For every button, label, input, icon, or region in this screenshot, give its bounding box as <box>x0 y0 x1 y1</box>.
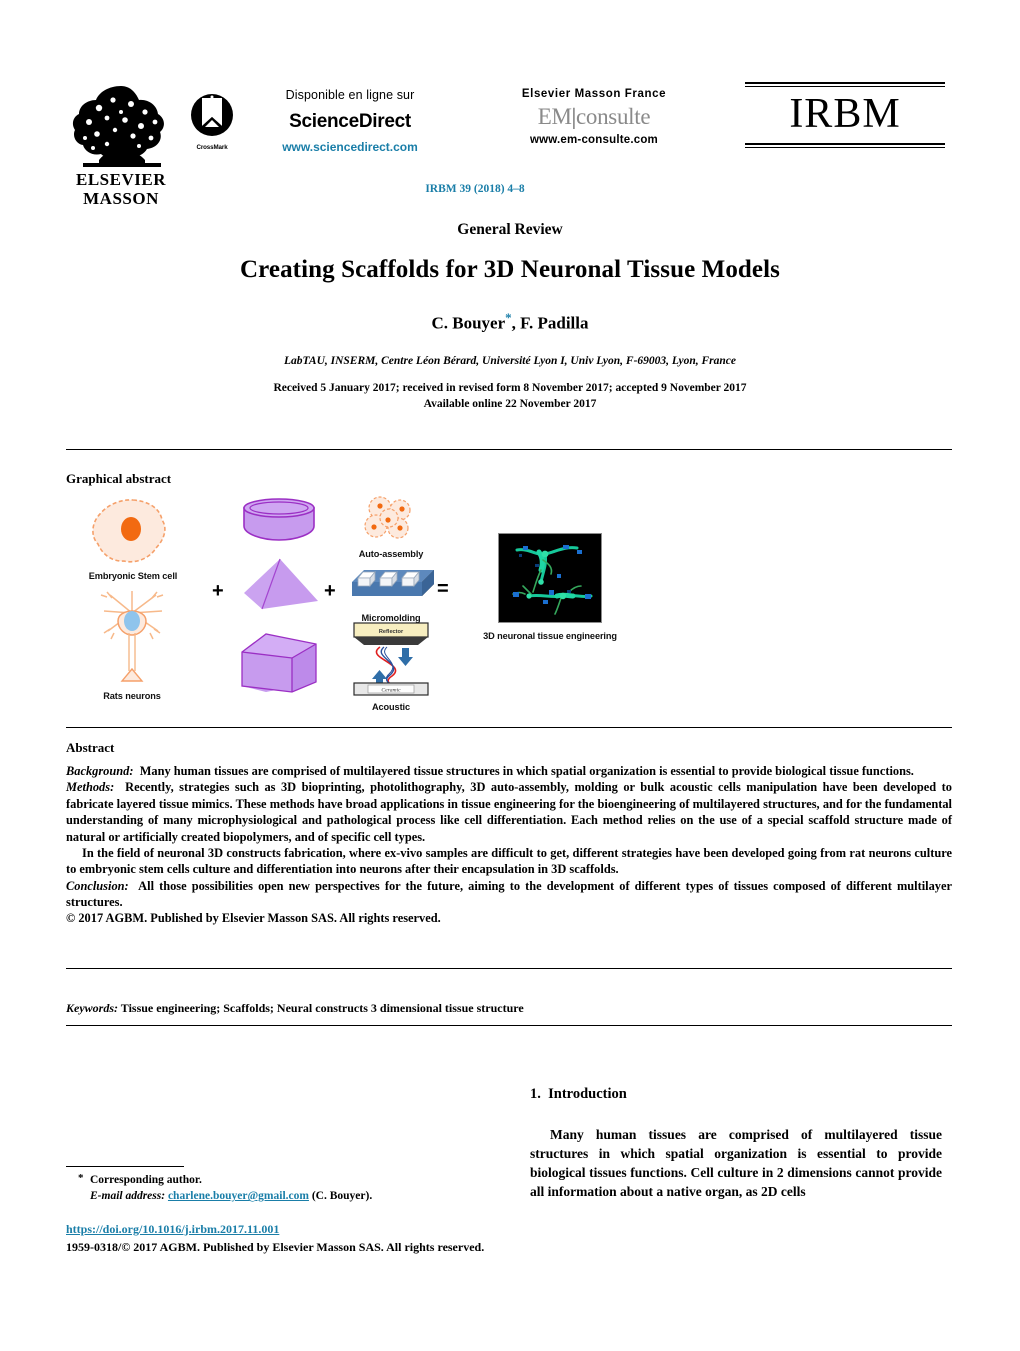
abstract-heading: Abstract <box>66 740 115 755</box>
result-micrograph-group: 3D neuronal tissue engineering <box>470 533 630 641</box>
micromolding-group: Micromolding <box>344 560 438 623</box>
em-consulte-brand: EM|consulte <box>490 104 698 130</box>
em-brand-right: consulte <box>575 104 651 129</box>
footnote-block: * Corresponding author. E-mail address: … <box>66 1172 486 1205</box>
scaffold-cube-shape <box>236 630 322 707</box>
em-consulte-publisher-text: Elsevier Masson France <box>521 88 667 100</box>
publication-dates: Received 5 January 2017; received in rev… <box>110 381 910 412</box>
divider-below-keywords <box>66 1025 952 1026</box>
sciencedirect-availability-text: Disponible en ligne sur <box>285 88 415 102</box>
journal-header: ELSEVIER MASSON CrossMark Disponible en … <box>0 70 1020 207</box>
abstract-rights: © 2017 AGBM. Published by Elsevier Masso… <box>66 911 441 926</box>
corresponding-author-note: Corresponding author. <box>90 1174 202 1186</box>
embryonic-stem-cell-group: Embryonic Stem cell <box>78 496 188 581</box>
abstract-body: Background: Many human tissues are compr… <box>66 763 952 927</box>
abstract-conclusion-text: All those possibilities open new perspec… <box>66 878 952 909</box>
result-label: 3D neuronal tissue engineering <box>483 631 617 641</box>
email-link[interactable]: charlene.bouyer@gmail.com <box>168 1190 309 1202</box>
author-list: C. Bouyer*, F. Padilla <box>110 310 910 334</box>
equals-sign: = <box>437 578 449 600</box>
scaffold-cylinder-shape <box>238 496 320 551</box>
available-online-line: Available online 22 November 2017 <box>423 397 597 410</box>
svg-text:Reflector: Reflector <box>379 629 404 635</box>
auto-assembly-label: Auto-assembly <box>358 549 424 559</box>
crossmark-icon <box>191 94 233 136</box>
acoustic-icon: Reflector Ceramic <box>353 622 429 696</box>
elsevier-tree-icon <box>72 86 164 167</box>
elsevier-logo-line2: MASSON <box>83 188 159 208</box>
footnote-asterisk: * <box>78 1172 84 1184</box>
introduction-paragraph-container: Many human tissues are comprised of mult… <box>530 1125 942 1202</box>
acoustic-group: Reflector Ceramic Acoustic <box>346 620 436 712</box>
irbm-rule-bottom <box>745 143 945 149</box>
auto-assembly-icon <box>364 496 411 539</box>
scaffold-pyramid-shape <box>240 555 322 620</box>
graphical-abstract-figure: Embryonic Stem cell Rats neurons + + Aut… <box>60 490 680 715</box>
affiliation: LabTAU, INSERM, Centre Léon Bérard, Univ… <box>283 355 737 367</box>
embryonic-stem-cell-label: Embryonic Stem cell <box>88 571 178 581</box>
keywords-line: Keywords: Tissue engineering; Scaffolds;… <box>66 1001 952 1016</box>
paper-page: ELSEVIER MASSON CrossMark Disponible en … <box>0 0 1020 1351</box>
em-brand-left: EM <box>537 104 572 129</box>
journal-reference[interactable]: IRBM 39 (2018) 4–8 <box>255 183 695 195</box>
pyramid-icon <box>244 558 318 610</box>
rat-neuron-icon <box>100 591 164 682</box>
sciencedirect-brand: ScienceDirect <box>289 111 411 132</box>
received-line: Received 5 January 2017; received in rev… <box>273 382 747 394</box>
sciencedirect-url[interactable]: www.sciencedirect.com <box>255 140 445 154</box>
abstract-background-text: Many human tissues are comprised of mult… <box>139 764 914 778</box>
abstract-methods-text: Recently, strategies such as 3D bioprint… <box>66 780 952 844</box>
author-first: C. Bouyer <box>431 313 506 333</box>
irbm-journal-logo: IRBM <box>745 82 945 149</box>
irbm-title: IRBM <box>789 91 901 137</box>
3d-neuronal-tissue-image <box>498 533 602 623</box>
abstract-conclusion: Conclusion: All those possibilities open… <box>66 878 952 911</box>
em-consulte-url[interactable]: www.em-consulte.com <box>490 134 698 146</box>
plus-sign-2: + <box>324 580 336 602</box>
section-number: 1. <box>530 1086 541 1102</box>
em-consulte-block[interactable]: Elsevier Masson France EM|consulte www.e… <box>490 88 698 146</box>
elsevier-masson-logo: ELSEVIER MASSON <box>66 82 176 207</box>
abstract-background-label: Background: <box>66 764 134 778</box>
abstract-conclusion-label: Conclusion: <box>66 878 129 893</box>
email-label: E-mail address: <box>90 1190 166 1203</box>
article-type: General Review <box>457 221 563 238</box>
page-title: Creating Scaffolds for 3D Neuronal Tissu… <box>239 256 781 283</box>
rats-neurons-label: Rats neurons <box>103 691 161 701</box>
email-line: E-mail address: charlene.bouyer@gmail.co… <box>66 1188 486 1204</box>
elsevier-logo-line1: ELSEVIER <box>76 170 166 189</box>
cube-icon <box>241 633 317 693</box>
introduction-paragraph: Many human tissues are comprised of mult… <box>530 1127 942 1200</box>
author-rest: , F. Padilla <box>511 313 589 333</box>
micromolding-icon <box>352 570 434 596</box>
section-title: Introduction <box>548 1086 627 1102</box>
copyright-line: 1959-0318/© 2017 AGBM. Published by Else… <box>66 1240 485 1254</box>
footnote-divider <box>66 1166 184 1167</box>
crossmark-label: CrossMark <box>196 144 228 151</box>
graphical-abstract-heading: Graphical abstract <box>66 471 172 486</box>
abstract-methods-label: Methods: <box>66 780 115 795</box>
acoustic-label: Acoustic <box>371 702 410 712</box>
auto-assembly-group: Auto-assembly <box>346 494 436 559</box>
doi-link[interactable]: https://doi.org/10.1016/j.irbm.2017.11.0… <box>66 1222 279 1237</box>
abstract-background: Background: Many human tissues are compr… <box>66 763 952 779</box>
embryonic-stem-cell-icon <box>92 499 166 563</box>
abstract-paragraph-3: In the field of neuronal 3D constructs f… <box>66 845 952 877</box>
divider-above-graphical-abstract <box>66 449 952 450</box>
cylinder-icon <box>243 498 315 541</box>
plus-sign-1: + <box>212 580 224 602</box>
abstract-methods: Methods: Recently, strategies such as 3D… <box>66 779 952 845</box>
section-heading-introduction: 1. Introduction <box>530 1086 627 1103</box>
svg-text:Ceramic: Ceramic <box>381 688 401 694</box>
rats-neurons-group: Rats neurons <box>82 585 182 701</box>
divider-above-abstract <box>66 727 952 728</box>
email-suffix: (C. Bouyer). <box>311 1190 373 1203</box>
crossmark-logo[interactable]: CrossMark <box>183 92 241 151</box>
keywords-text: Tissue engineering; Scaffolds; Neural co… <box>120 1001 524 1015</box>
divider-above-keywords <box>66 968 952 969</box>
sciencedirect-block[interactable]: Disponible en ligne sur ScienceDirect ww… <box>255 88 445 154</box>
keywords-label: Keywords: <box>66 1001 118 1015</box>
